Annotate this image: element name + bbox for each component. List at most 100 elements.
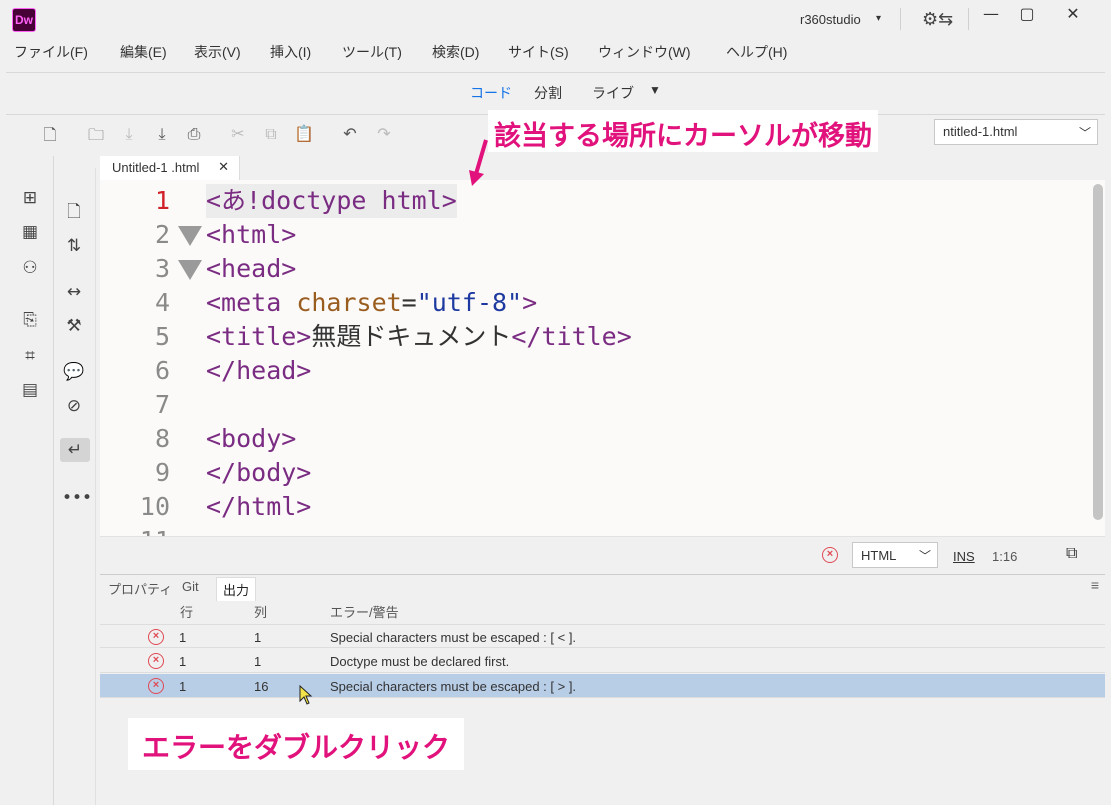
cut-icon: ✂: [231, 124, 245, 143]
error-row-selected[interactable]: × 1 16 Special characters must be escaped :…: [100, 674, 1105, 698]
tab-code-view[interactable]: コード: [470, 83, 512, 103]
language-select[interactable]: HTML ﹀: [852, 542, 938, 568]
insert-panel-icon[interactable]: ⎘: [18, 308, 42, 332]
menu-window[interactable]: ウィンドウ(W): [598, 42, 691, 62]
message: Doctype must be declared first.: [330, 654, 510, 669]
message: Special characters must be escaped : [ >…: [330, 679, 577, 694]
sync-settings-icon[interactable]: ⚙⇆: [922, 9, 953, 30]
dom-panel-icon[interactable]: ⚇: [18, 256, 42, 280]
menu-view[interactable]: 表示(V): [194, 42, 241, 62]
error-row[interactable]: × 1 1 Doctype must be declared first.: [100, 649, 1105, 673]
tab-live-view[interactable]: ライブ: [592, 83, 634, 103]
code-line: 6 </head>: [100, 354, 1090, 388]
insert-mode[interactable]: INS: [953, 549, 975, 564]
open-folder-icon[interactable]: 🗀: [86, 124, 106, 144]
error-icon: ×: [148, 678, 164, 694]
menu-insert[interactable]: 挿入(I): [270, 42, 311, 62]
menu-file[interactable]: ファイル(F): [14, 42, 88, 62]
line-text: <title>無題ドキュメント</title>: [206, 320, 632, 354]
line-number: 3: [154, 254, 170, 283]
tab-output[interactable]: 出力: [216, 577, 257, 601]
document-tab[interactable]: Untitled-1 .html ✕: [100, 156, 240, 180]
error-icon: ×: [148, 653, 164, 669]
col-value: 1: [254, 630, 262, 645]
mouse-cursor-icon: [299, 684, 313, 705]
document-tab-label: Untitled-1 .html: [112, 160, 200, 175]
menu-tools[interactable]: ツール(T): [342, 42, 402, 62]
files-panel-icon[interactable]: ⊞: [18, 186, 42, 210]
dreamweaver-logo: Dw: [12, 8, 36, 32]
expand-icon[interactable]: ↔: [62, 280, 86, 304]
annotation-double-click: エラーをダブルクリック: [128, 718, 465, 770]
undo-icon[interactable]: ↶: [340, 124, 360, 144]
assets-panel-icon[interactable]: ▦: [18, 220, 42, 244]
separator: [968, 8, 969, 30]
error-row[interactable]: × 1 1 Special characters must be escaped : …: [100, 624, 1105, 648]
redo-icon: ↷: [377, 124, 391, 143]
code-line: 10 </html>: [100, 490, 1090, 524]
chevron-down-icon: ﹀: [918, 549, 931, 563]
row-value: 1: [179, 630, 187, 645]
code-line: 1 <あ!doctype html>: [100, 184, 1090, 218]
editor-scrollbar[interactable]: [1093, 184, 1103, 520]
menu-find[interactable]: 検索(D): [432, 42, 479, 62]
cursor-position: 1:16: [992, 549, 1018, 564]
tab-properties[interactable]: プロパティ: [102, 577, 178, 600]
tab-split-view[interactable]: 分割: [534, 83, 562, 103]
line-number: 9: [154, 458, 170, 487]
code-editor[interactable]: 1 <あ!doctype html> 2 <html> 3 <head> 4 <meta…: [100, 180, 1105, 536]
title-bar: Dw r360studio ▾ ⚙⇆ — ▢ ✕: [0, 0, 1111, 38]
menu-site[interactable]: サイト(S): [508, 42, 569, 62]
format-icon[interactable]: ⚒: [62, 314, 86, 338]
css-designer-icon[interactable]: ⌗: [18, 344, 42, 368]
panel-menu-icon[interactable]: ≡: [1091, 577, 1099, 593]
header-row: 行: [180, 605, 194, 620]
save-all-icon[interactable]: ⤓: [152, 124, 172, 144]
remove-comment-icon[interactable]: ⊘: [62, 394, 86, 418]
token: <meta: [206, 288, 297, 317]
chevron-down-icon: ﹀: [1078, 126, 1091, 140]
token: =: [401, 288, 417, 317]
new-file-icon[interactable]: 🗋: [40, 124, 60, 144]
file-select[interactable]: ntitled-1.html ﹀: [934, 119, 1098, 145]
view-dropdown-icon[interactable]: ▼: [649, 83, 661, 97]
code-line: 2 <html>: [100, 218, 1090, 252]
token: <title>: [206, 322, 312, 351]
print-icon[interactable]: ⎙: [184, 124, 204, 144]
document-tab-bar: Untitled-1 .html ✕: [100, 156, 1105, 180]
sort-icon[interactable]: ⇅: [62, 234, 86, 258]
maximize-button[interactable]: ▢: [1010, 3, 1044, 27]
error-icon[interactable]: ×: [822, 547, 838, 563]
line-number: 7: [154, 390, 170, 419]
fold-icon[interactable]: [178, 226, 202, 246]
tab-git[interactable]: Git: [176, 577, 205, 596]
token: </title>: [511, 322, 632, 351]
user-menu[interactable]: r360studio: [800, 12, 861, 27]
code-line: 11: [100, 524, 1090, 536]
line-number: 10: [139, 492, 170, 521]
status-bar: × HTML ﹀ INS 1:16 ⧉: [100, 536, 1105, 572]
close-tab-icon[interactable]: ✕: [218, 159, 229, 175]
row-value: 1: [179, 654, 187, 669]
line-number: 2: [154, 220, 170, 249]
paste-icon[interactable]: 📋: [294, 124, 314, 144]
user-caret-icon[interactable]: ▾: [876, 13, 881, 24]
menu-help[interactable]: ヘルプ(H): [726, 42, 787, 62]
minimize-button[interactable]: —: [974, 3, 1008, 27]
wrap-icon[interactable]: ↵: [60, 438, 90, 462]
line-number: 4: [154, 288, 170, 317]
line-number: 5: [154, 322, 170, 351]
header-col: 列: [254, 605, 268, 620]
token: "utf-8": [416, 288, 523, 317]
more-icon[interactable]: •••: [62, 486, 92, 510]
line-text: <あ!doctype html>: [206, 184, 457, 218]
close-button[interactable]: ✕: [1056, 3, 1090, 27]
open-documents-icon[interactable]: 🗋: [62, 200, 86, 224]
comment-icon[interactable]: 💬: [62, 360, 86, 384]
token: >: [522, 288, 538, 317]
snippets-panel-icon[interactable]: ▤: [18, 378, 42, 402]
col-value: 16: [254, 679, 269, 694]
menu-edit[interactable]: 編集(E): [120, 42, 167, 62]
fold-icon[interactable]: [178, 260, 202, 280]
preview-device-icon[interactable]: ⧉: [1066, 545, 1077, 563]
